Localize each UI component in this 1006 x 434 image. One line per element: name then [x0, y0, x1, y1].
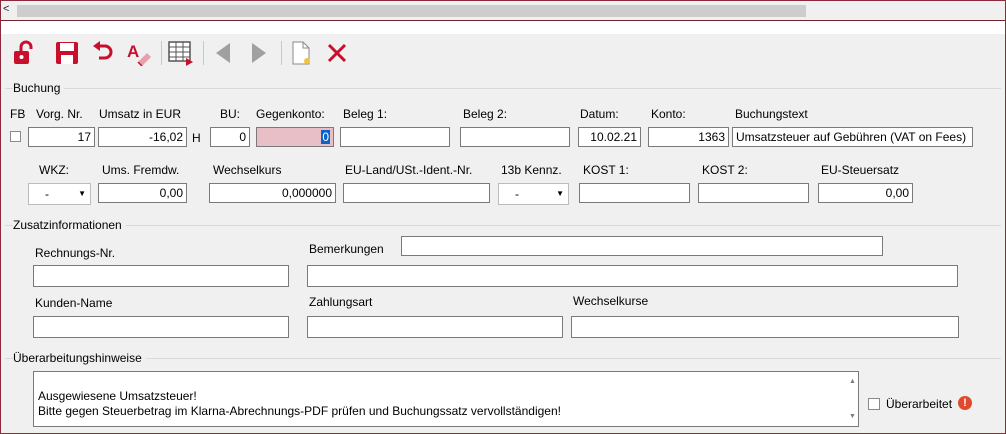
chevron-down-icon[interactable]: ▼: [556, 184, 564, 204]
beleg2-label: Beleg 2:: [463, 107, 508, 121]
ums-fremdw-label: Ums. Fremdw.: [102, 163, 180, 177]
datum-label: Datum:: [580, 107, 619, 121]
eu-steuersatz-field[interactable]: 0,00: [818, 183, 913, 203]
eu-land-label: EU-Land/USt.-Ident.-Nr.: [345, 163, 473, 177]
wechselkurse-field[interactable]: [571, 316, 959, 338]
bu-field[interactable]: 0: [210, 127, 250, 147]
kennz-13b-select[interactable]: - ▼: [498, 183, 569, 205]
buchungstext-label: Buchungstext: [735, 107, 808, 121]
buchung-group-title: Buchung: [13, 81, 65, 95]
kennz-13b-value: -: [515, 187, 519, 201]
buchung-group-border: [5, 88, 1001, 89]
fb-checkbox[interactable]: [10, 131, 21, 142]
gegenkonto-value: 0: [321, 130, 330, 144]
zahlungsart-field[interactable]: [307, 316, 563, 338]
prev-icon[interactable]: [209, 39, 237, 67]
table-export-icon[interactable]: [167, 39, 195, 67]
wkz-label: WKZ:: [39, 163, 69, 177]
hinweise-group-title: Überarbeitungshinweise: [13, 351, 146, 365]
fb-label: FB: [10, 107, 26, 121]
save-icon[interactable]: [53, 39, 81, 67]
delete-icon[interactable]: [323, 39, 351, 67]
toolbar-separator: [161, 41, 162, 65]
eu-steuersatz-label: EU-Steuersatz: [821, 163, 900, 177]
zusatz-group-border: [5, 225, 1001, 226]
kost2-field[interactable]: [698, 183, 809, 203]
toolbar-top-strip: [1, 21, 1005, 34]
kost2-label: KOST 2:: [702, 163, 748, 177]
beleg1-label: Beleg 1:: [343, 107, 388, 121]
umsatz-label: Umsatz in EUR: [99, 107, 182, 121]
zusatz-group-title: Zusatzinformationen: [13, 218, 126, 232]
unlock-icon[interactable]: [11, 39, 39, 67]
booking-window: < A Buchung FB Vorg. Nr. Umsatz in EUR B…: [0, 0, 1006, 434]
wkz-value: -: [45, 187, 49, 201]
wkz-select[interactable]: - ▼: [28, 183, 91, 205]
bemerkungen-label: Bemerkungen: [309, 242, 384, 256]
ums-fremdw-field[interactable]: 0,00: [98, 183, 187, 203]
beleg1-field[interactable]: [340, 127, 450, 147]
umsatz-field[interactable]: -16,02: [98, 127, 187, 147]
chevron-down-icon[interactable]: ▼: [78, 184, 86, 204]
soll-haben-indicator: H: [192, 131, 201, 145]
beleg2-field[interactable]: [460, 127, 570, 147]
scroll-down-icon[interactable]: ▼: [849, 409, 856, 424]
bu-label: BU:: [220, 107, 241, 121]
vorg-nr-field[interactable]: 17: [28, 127, 95, 147]
kost1-label: KOST 1:: [583, 163, 629, 177]
undo-icon[interactable]: [89, 39, 117, 67]
gegenkonto-field[interactable]: 0: [256, 127, 334, 147]
wechselkurse-label: Wechselkurse: [573, 294, 649, 308]
ueberarbeitet-label: Überarbeitet: [886, 397, 953, 411]
scrollbar-thumb[interactable]: [17, 5, 806, 17]
rechnungs-nr-label: Rechnungs-Nr.: [35, 246, 116, 260]
new-document-icon[interactable]: [287, 39, 315, 67]
wechselkurs-field[interactable]: 0,000000: [209, 183, 336, 203]
datum-field[interactable]: 10.02.21: [578, 127, 641, 147]
eu-land-field[interactable]: [343, 183, 490, 203]
toolbar-separator: [281, 41, 282, 65]
bemerkungen-field[interactable]: [307, 265, 958, 287]
ueberarbeitet-checkbox[interactable]: [868, 398, 880, 410]
konto-label: Konto:: [651, 107, 686, 121]
warning-icon: !: [958, 396, 972, 410]
kunden-name-field[interactable]: [33, 316, 289, 338]
scroll-up-icon[interactable]: ▲: [849, 374, 856, 389]
spellcheck-icon[interactable]: A: [125, 39, 153, 67]
bemerkungen-top-field[interactable]: [401, 236, 883, 256]
horizontal-scrollbar[interactable]: <: [1, 1, 1005, 19]
konto-field[interactable]: 1363: [648, 127, 729, 147]
toolbar-separator: [203, 41, 204, 65]
buchungstext-field[interactable]: Umsatzsteuer auf Gebühren (VAT on Fees): [732, 127, 973, 147]
gegenkonto-label: Gegenkonto:: [256, 107, 325, 121]
next-icon[interactable]: [245, 39, 273, 67]
scroll-left-arrow-icon[interactable]: <: [3, 2, 9, 16]
zahlungsart-label: Zahlungsart: [309, 295, 373, 309]
textarea-scrollbar[interactable]: ▲ ▼: [847, 374, 857, 424]
kost1-field[interactable]: [579, 183, 690, 203]
svg-text:A: A: [127, 42, 139, 61]
vorg-nr-label: Vorg. Nr.: [36, 107, 83, 121]
hinweise-text: Ausgewiesene Umsatzsteuer! Bitte gegen S…: [38, 389, 561, 418]
wechselkurs-label: Wechselkurs: [213, 163, 282, 177]
hinweise-group-border: [5, 358, 1001, 359]
kunden-name-label: Kunden-Name: [35, 296, 113, 310]
hinweise-textarea[interactable]: Ausgewiesene Umsatzsteuer! Bitte gegen S…: [33, 371, 859, 427]
kennz-13b-label: 13b Kennz.: [501, 163, 562, 177]
rechnungs-nr-field[interactable]: [33, 265, 289, 287]
